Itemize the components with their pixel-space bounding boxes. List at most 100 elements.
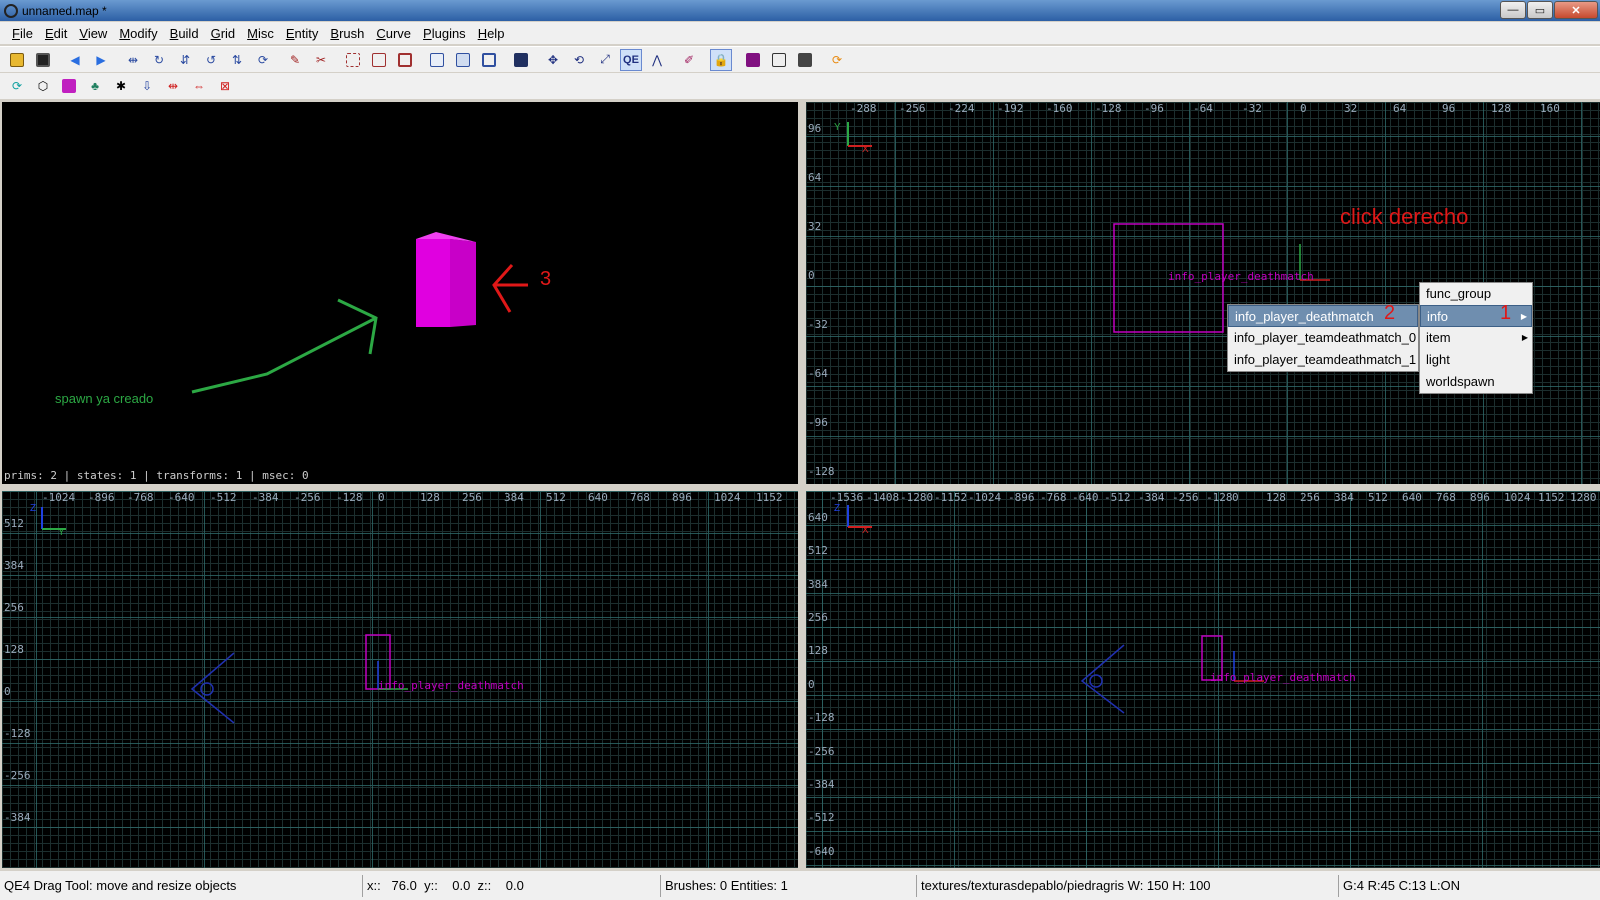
select-touching-icon[interactable] xyxy=(368,49,390,71)
menu-misc[interactable]: Misc xyxy=(241,26,280,41)
menu-brush-label: rush xyxy=(339,25,365,41)
save-icon[interactable] xyxy=(32,49,54,71)
close-button[interactable]: ✕ xyxy=(1554,1,1598,19)
console-icon[interactable] xyxy=(768,49,790,71)
menu-item-label: light xyxy=(1426,352,1450,367)
menu-plugins-label: lugins xyxy=(431,25,466,41)
entity-label: info_player_deathmatch xyxy=(1210,671,1356,684)
menu-entity[interactable]: Entity xyxy=(280,26,325,41)
scale-tool-icon[interactable]: ⤢ xyxy=(594,49,616,71)
menu-misc-mnemonic: M xyxy=(247,25,258,41)
menu-help-mnemonic: H xyxy=(477,25,488,41)
select-complete-icon[interactable] xyxy=(342,49,364,71)
spawn-cube-side xyxy=(450,239,476,327)
maximize-button[interactable]: ▭ xyxy=(1527,1,1553,19)
undo-arrow-icon[interactable]: ◀ xyxy=(64,49,86,71)
menu-item-info[interactable]: info ▶ xyxy=(1420,305,1532,327)
menu-build[interactable]: Build xyxy=(164,26,205,41)
rotate-tool-icon[interactable]: ⟲ xyxy=(568,49,590,71)
rotate-z-icon[interactable]: ⟳ xyxy=(252,49,274,71)
texture-lock-icon[interactable] xyxy=(510,49,532,71)
viewport-yz[interactable]: -1024 -896 -768 -640 -512 -384 -256 -128… xyxy=(2,491,798,868)
menu-modify-label: odify xyxy=(130,25,158,41)
mirror-split-icon[interactable]: ⇔ xyxy=(188,75,210,97)
menu-item-info-player-teamdeathmatch-1[interactable]: info_player_teamdeathmatch_1 xyxy=(1228,349,1418,371)
bug-icon[interactable]: ✱ xyxy=(110,75,132,97)
menu-file-mnemonic: F xyxy=(12,25,20,41)
secondary-toolbar: ⟳ ⬡ ♣ ✱ ⇩ ⇹ ⇔ ⊠ xyxy=(0,73,1600,99)
menu-file[interactable]: File xyxy=(6,26,39,41)
patch-tool-icon[interactable]: ✐ xyxy=(678,49,700,71)
submenu-arrow-icon: ▶ xyxy=(1521,333,1528,342)
rotate-y-icon[interactable]: ↺ xyxy=(200,49,222,71)
status-tool: QE4 Drag Tool: move and resize objects xyxy=(4,877,237,893)
annotation-step-3: 3 xyxy=(540,268,552,290)
vertex-tool-icon[interactable]: ⋀ xyxy=(646,49,668,71)
viewport-xz[interactable]: -1536 -1408 -1280 -1152 -1024 -896 -768 … xyxy=(806,491,1600,868)
flip-x-icon[interactable]: ⇹ xyxy=(122,49,144,71)
red-arrow-head xyxy=(492,263,514,313)
horizontal-splitter[interactable] xyxy=(0,484,1600,491)
menu-modify-mnemonic: M xyxy=(119,25,131,41)
radiant-window: unnamed.map * — ▭ ✕ File Edit View Modif… xyxy=(0,0,1600,900)
viewport-3d[interactable]: spawn ya creado 3 prims: 2 | states: 1 |… xyxy=(2,102,798,484)
menu-item-worldspawn[interactable]: worldspawn xyxy=(1420,371,1532,393)
arrow-down-icon[interactable]: ⇩ xyxy=(136,75,158,97)
menu-curve[interactable]: Curve xyxy=(370,26,417,41)
app-icon xyxy=(4,3,18,18)
menu-brush[interactable]: Brush xyxy=(324,26,370,41)
title-bar[interactable]: unnamed.map * — ▭ ✕ xyxy=(0,0,1600,21)
menu-plugins[interactable]: Plugins xyxy=(417,26,472,41)
menu-brush-mnemonic: B xyxy=(330,25,340,41)
lock-icon[interactable]: 🔒 xyxy=(710,48,732,71)
translate-tool-icon[interactable]: ✥ xyxy=(542,49,564,71)
entity-context-menu: func_group info ▶ item ▶ light worldspawn xyxy=(1419,282,1533,394)
refresh-icon[interactable]: ⟳ xyxy=(826,49,848,71)
menu-modify[interactable]: Modify xyxy=(113,26,163,41)
menu-item-label: info_player_teamdeathmatch_0 xyxy=(1234,330,1417,345)
menu-grid[interactable]: Grid xyxy=(205,26,242,41)
menu-grid-mnemonic: G xyxy=(210,25,221,41)
grass-icon[interactable]: ♣ xyxy=(84,75,106,97)
status-bar: QE4 Drag Tool: move and resize objects x… xyxy=(0,871,1600,900)
menu-item-info-player-teamdeathmatch-0[interactable]: info_player_teamdeathmatch_0 xyxy=(1228,327,1418,349)
annotation-spawn-created: spawn ya creado xyxy=(55,391,154,406)
mirror-icon[interactable]: ⇹ xyxy=(162,75,184,97)
menu-help[interactable]: Help xyxy=(472,26,511,41)
redo-arrow-icon[interactable]: ▶ xyxy=(90,49,112,71)
menu-edit[interactable]: Edit xyxy=(39,26,73,41)
minimize-button[interactable]: — xyxy=(1500,1,1526,19)
status-counts: Brushes: 0 Entities: 1 xyxy=(660,874,916,897)
flip-y-icon[interactable]: ⇵ xyxy=(174,49,196,71)
clip-tool-icon[interactable]: ✂ xyxy=(310,49,332,71)
filter-icon[interactable] xyxy=(58,75,80,97)
menu-help-label: elp xyxy=(487,25,505,41)
menu-item-light[interactable]: light xyxy=(1420,349,1532,371)
menu-bar: File Edit View Modify Build Grid Misc En… xyxy=(0,22,1600,44)
menu-item-label: info xyxy=(1427,309,1448,324)
cross-box-icon[interactable]: ⊠ xyxy=(214,75,236,97)
hexagon-icon[interactable]: ⬡ xyxy=(32,75,54,97)
menu-entity-mnemonic: E xyxy=(285,25,295,41)
hollow-icon[interactable] xyxy=(478,49,500,71)
brush-tool-icon[interactable]: ✎ xyxy=(284,49,306,71)
menu-item-item[interactable]: item ▶ xyxy=(1420,327,1532,349)
menu-view[interactable]: View xyxy=(73,26,113,41)
menu-item-label: item xyxy=(1426,330,1451,345)
axis-x-label: X xyxy=(862,144,869,155)
rotate-x-icon[interactable]: ↻ xyxy=(148,49,170,71)
csg-subtract-icon[interactable] xyxy=(426,49,448,71)
select-inside-icon[interactable] xyxy=(394,49,416,71)
qe-drag-tool-button[interactable]: QE xyxy=(620,48,642,71)
texture-window-icon[interactable] xyxy=(794,49,816,71)
spawn-cube-front xyxy=(416,239,450,327)
open-folder-icon[interactable] xyxy=(6,49,28,71)
submenu-arrow-icon: ▶ xyxy=(1520,312,1527,321)
flip-z-icon[interactable]: ⇅ xyxy=(226,49,248,71)
menu-view-mnemonic: V xyxy=(79,25,88,41)
cycle-icon[interactable]: ⟳ xyxy=(6,75,28,97)
entity-list-icon[interactable] xyxy=(742,49,764,71)
csg-merge-icon[interactable] xyxy=(452,49,474,71)
camera-frustum xyxy=(1080,644,1125,714)
menu-item-func-group[interactable]: func_group xyxy=(1420,283,1532,305)
